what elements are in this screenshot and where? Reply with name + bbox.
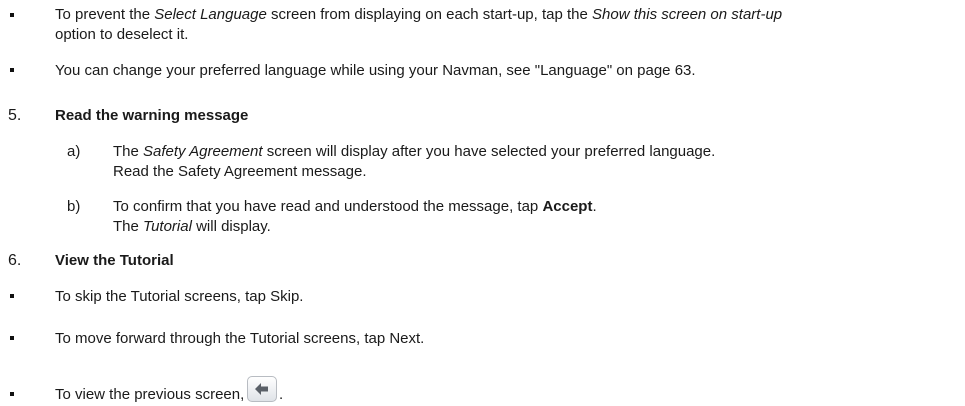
step-heading: Read the warning message	[55, 107, 249, 124]
bullet-text-line: To prevent the Select Language screen fr…	[55, 5, 782, 24]
list-item-line: To confirm that you have read and unders…	[113, 197, 597, 216]
text-run: To prevent the	[55, 6, 155, 23]
emphasis-safety-agreement: Safety Agreement	[143, 143, 263, 160]
back-arrow-icon	[255, 383, 268, 395]
bullet-marker	[10, 294, 14, 298]
bullet-marker	[10, 336, 14, 340]
step-heading: View the Tutorial	[55, 252, 174, 269]
bullet-marker	[10, 392, 14, 396]
bullet-text-line: To move forward through the Tutorial scr…	[55, 330, 425, 347]
bullet-marker	[10, 68, 14, 72]
list-item-line: Read the Safety Agreement message.	[113, 163, 367, 180]
text-run: screen from displaying on each start-up,…	[266, 6, 593, 23]
text-run: .	[592, 198, 597, 215]
bullet-text-line: To skip the Tutorial screens, tap Skip.	[55, 288, 304, 305]
emphasis-accept: Accept	[542, 198, 593, 215]
bullet-text-line: To view the previous screen, tap	[55, 386, 270, 403]
text-run: screen will display after you have selec…	[262, 143, 716, 160]
bullet-marker	[10, 13, 14, 17]
emphasis-tutorial: Tutorial	[143, 218, 192, 235]
list-item-line: The Tutorial will display.	[113, 217, 271, 236]
list-marker: a)	[67, 143, 81, 160]
bullet-text-line: You can change your preferred language w…	[55, 62, 696, 79]
text-run: will display.	[191, 218, 271, 235]
back-button-image	[247, 376, 277, 402]
text-run: The	[113, 143, 144, 160]
text-run: To confirm that you have read and unders…	[113, 198, 543, 215]
step-number: 6.	[8, 252, 22, 269]
step-number: 5.	[8, 107, 22, 124]
text-run: The	[113, 218, 144, 235]
bullet-text-line: option to deselect it.	[55, 26, 189, 43]
sentence-period: .	[279, 386, 284, 403]
emphasis-show-screen-option: Show this screen on start-up	[592, 6, 783, 23]
emphasis-select-language: Select Language	[154, 6, 267, 23]
list-marker: b)	[67, 198, 81, 215]
list-item-line: The Safety Agreement screen will display…	[113, 142, 715, 161]
